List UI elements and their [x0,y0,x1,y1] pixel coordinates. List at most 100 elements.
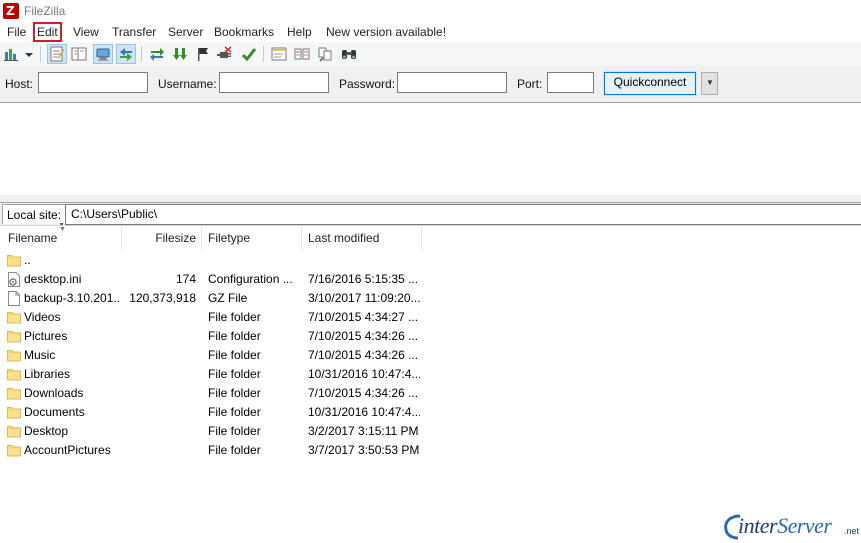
table-row[interactable]: desktop.ini 174 Configuration ... 7/16/2016… [0,270,430,289]
last-modified-cell: 3/2/2017 3:15:11 PM [308,424,419,438]
folder-icon [7,386,21,401]
folder-icon [7,329,21,344]
column-last-modified[interactable]: Last modified [302,226,422,250]
filetype-cell: File folder [208,367,261,381]
filename-cell: Videos [24,310,61,324]
password-label: Password: [339,77,396,91]
table-row[interactable]: AccountPictures File folder 3/7/2017 3:50:… [0,441,430,460]
message-log-toggle-icon[interactable] [47,44,67,64]
last-modified-cell: 7/10/2015 4:34:26 ... [308,386,419,400]
toolbar [0,42,861,67]
folder-icon [7,253,21,268]
menu-file[interactable]: File [5,24,28,40]
toolbar-separator [141,46,142,62]
directory-listing-filters-icon[interactable] [270,45,288,63]
remote-tree-toggle-icon[interactable] [116,44,136,64]
cancel-operation-icon[interactable] [194,45,212,63]
filetype-cell: File folder [208,310,261,324]
last-modified-cell: 7/10/2015 4:34:26 ... [308,329,419,343]
filename-cell: AccountPictures [24,443,111,457]
password-input[interactable] [397,72,507,93]
column-filetype[interactable]: Filetype [202,226,302,250]
filename-cell: Libraries [24,367,71,381]
filetype-cell: File folder [208,405,261,419]
site-manager-dropdown-icon[interactable] [22,45,36,63]
column-filesize[interactable]: Filesize [122,226,202,250]
filename-cell: Music [24,348,56,362]
menu-help[interactable]: Help [285,24,314,40]
local-site-path-input[interactable]: C:\Users\Public\ [65,204,861,225]
last-modified-cell: 10/31/2016 10:47:4... [308,367,420,381]
settings-file-icon [7,272,21,287]
table-row[interactable]: Music File folder 7/10/2015 4:34:26 ... [0,346,430,365]
host-input[interactable] [38,72,148,93]
local-tree-toggle-icon[interactable] [93,44,113,64]
quickconnect-dropdown-button[interactable]: ▼ [701,72,718,95]
table-row[interactable]: backup-3.10.201... 120,373,918 GZ File 3/10… [0,289,430,308]
filesize-cell: 120,373,918 [129,291,196,305]
table-row[interactable]: Documents File folder 10/31/2016 10:47:4..… [0,403,430,422]
search-remote-files-icon[interactable] [340,45,358,63]
menu-transfer[interactable]: Transfer [110,24,158,40]
folder-icon [7,424,21,439]
last-modified-cell: 3/10/2017 11:09:20... [308,291,420,305]
menu-edit[interactable]: Edit [33,22,62,42]
folder-icon [7,443,21,458]
logo-wordmark: interServer [738,513,832,538]
toggle-directory-comparison-icon[interactable] [293,45,311,63]
synchronized-browsing-icon[interactable] [316,45,334,63]
column-filename-label: Filename [8,231,58,245]
quickconnect-button[interactable]: Quickconnect [603,71,697,96]
port-label: Port: [517,77,543,91]
chevron-down-icon: ▼ [706,78,714,87]
last-modified-cell: 10/31/2016 10:47:4... [308,405,420,419]
username-label: Username: [158,77,217,91]
local-site-bar: Local site: C:\Users\Public\ [0,203,861,225]
directory-tree-toggle-icon[interactable] [70,45,88,63]
port-input[interactable] [547,72,594,93]
menu-bookmarks[interactable]: Bookmarks [212,24,276,40]
local-site-label: Local site: [2,204,67,224]
table-row[interactable]: Desktop File folder 3/2/2017 3:15:11 PM [0,422,430,441]
menu-bar: File Edit View Transfer Server Bookmarks… [0,22,861,42]
filename-cell: Desktop [24,424,69,438]
pane-splitter[interactable] [0,195,861,203]
file-icon [7,291,21,306]
filename-cell: .. [24,253,31,267]
filename-cell: Pictures [24,329,68,343]
folder-icon [7,310,21,325]
filename-cell: desktop.ini [24,272,82,286]
local-file-list[interactable]: Filename ▼ Filesize Filetype Last modifi… [0,225,861,543]
message-log[interactable] [0,103,861,195]
logo-text-server: Server [777,513,832,538]
table-row[interactable]: .. [0,251,430,270]
filename-cell: Downloads [24,386,84,400]
filezilla-logo-icon: Z [3,3,19,19]
reconnect-icon[interactable] [240,45,258,63]
window-title: FileZilla [24,4,66,18]
folder-icon [7,348,21,363]
table-row[interactable]: Videos File folder 7/10/2015 4:34:27 ... [0,308,430,327]
menu-new-version[interactable]: New version available! [324,24,448,40]
filetype-cell: GZ File [208,291,248,305]
disconnect-icon[interactable] [216,45,234,63]
filetype-cell: File folder [208,386,261,400]
filetype-cell: File folder [208,348,261,362]
table-row[interactable]: Pictures File folder 7/10/2015 4:34:26 ... [0,327,430,346]
process-queue-icon[interactable] [171,45,189,63]
logo-suffix: .net [844,526,860,536]
filename-cell: backup-3.10.201... [24,291,120,305]
menu-server[interactable]: Server [166,24,205,40]
table-row[interactable]: Libraries File folder 10/31/2016 10:47:4..… [0,365,430,384]
last-modified-cell: 3/7/2017 3:50:53 PM [308,443,420,457]
menu-view[interactable]: View [71,24,101,40]
table-row[interactable]: Downloads File folder 7/10/2015 4:34:26 ..… [0,384,430,403]
quickconnect-bar: Host: Username: Password: Port: Quickcon… [0,66,861,103]
file-rows: .. desktop.ini 174 Configuration ... 7/16/20… [0,251,430,460]
filetype-cell: File folder [208,329,261,343]
refresh-icon[interactable] [148,45,166,63]
column-filename[interactable]: Filename ▼ [0,226,122,250]
interserver-logo: interServer .net [722,512,861,542]
site-manager-icon[interactable] [3,45,21,63]
username-input[interactable] [219,72,329,93]
